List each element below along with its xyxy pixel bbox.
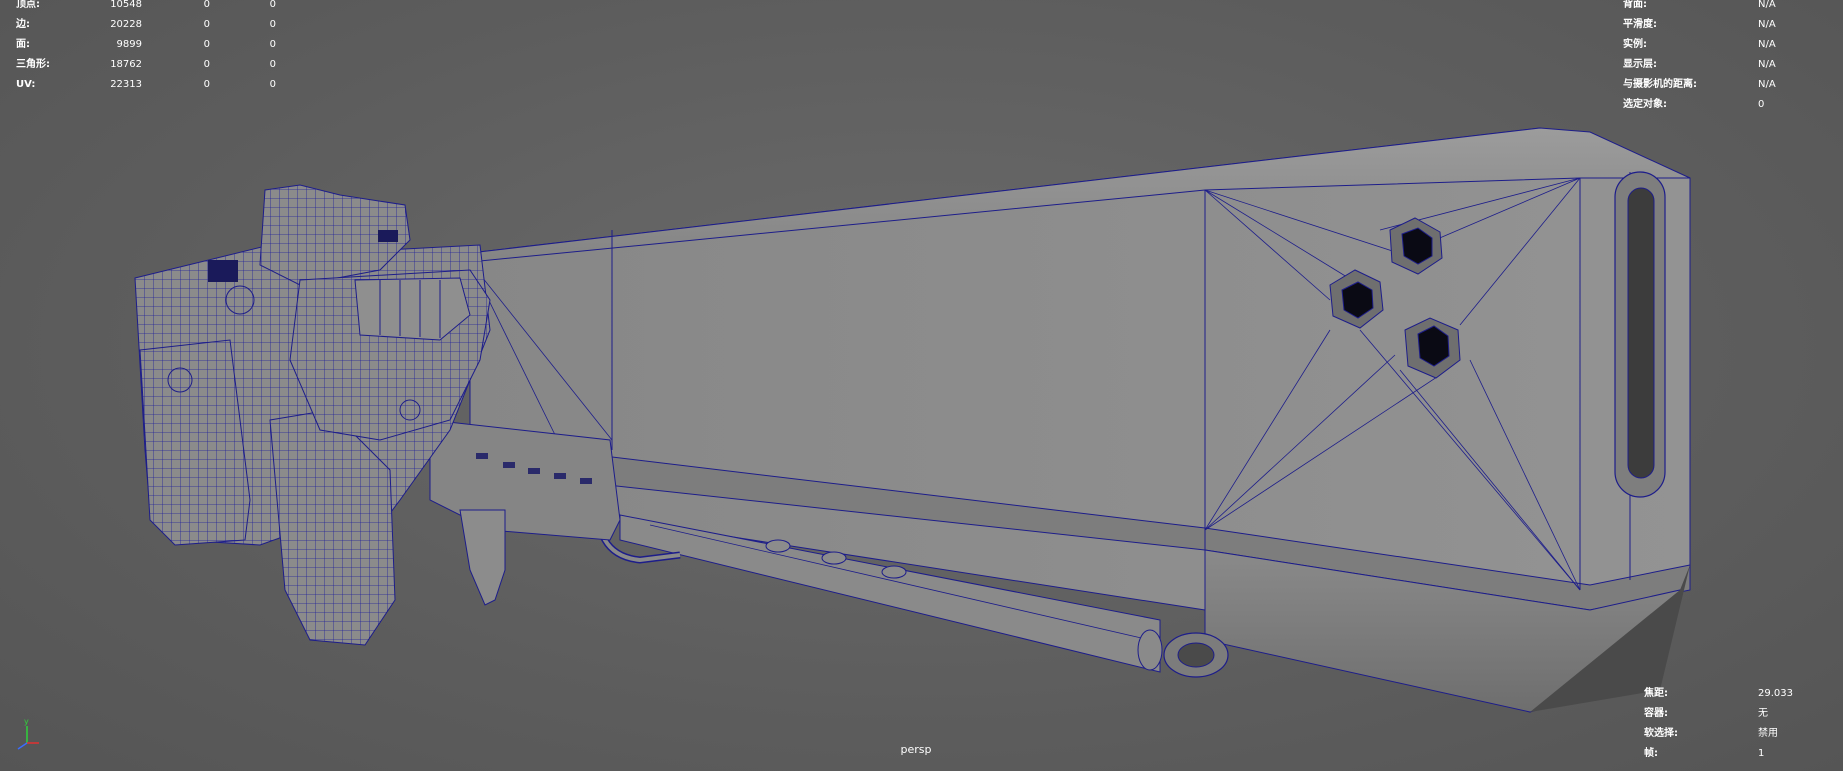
hud-label: 容器:	[1644, 708, 1668, 719]
hud-value: 0	[203, 0, 210, 10]
hud-label: 软选择:	[1644, 728, 1678, 739]
poly-count-hud: 顶点: 10548 0 0 边: 20228 0 0 面: 9899 0 0 三…	[16, 0, 286, 95]
hud-row-display-layer: 显示层: N/A	[1623, 55, 1823, 75]
hud-label: 顶点:	[16, 0, 40, 10]
hud-value: 20228	[110, 19, 142, 30]
hud-value: 0	[203, 59, 210, 70]
hud-row-vertices: 顶点: 10548 0 0	[16, 0, 286, 15]
hud-row-triangles: 三角形: 18762 0 0	[16, 55, 286, 75]
hud-row-distance-from-camera: 与摄影机的距离: N/A	[1623, 75, 1823, 95]
hud-label: UV:	[16, 79, 36, 90]
hud-value: 18762	[110, 59, 142, 70]
hud-value: N/A	[1758, 0, 1776, 10]
hud-row-faces: 面: 9899 0 0	[16, 35, 286, 55]
view-axis-gizmo-icon: y	[17, 717, 39, 750]
hud-value: 0	[269, 19, 276, 30]
camera-name-label: persp	[900, 743, 932, 756]
hud-value: 禁用	[1758, 728, 1778, 739]
hud-row-container: 容器: 无	[1644, 704, 1843, 724]
hud-row-soft-select: 软选择: 禁用	[1644, 724, 1843, 744]
hud-label: 选定对象:	[1623, 99, 1667, 110]
hud-value: 0	[269, 79, 276, 90]
hud-value: 1	[1758, 748, 1765, 759]
hud-label: 边:	[16, 19, 30, 30]
hud-label: 与摄影机的距离:	[1623, 79, 1697, 90]
hud-value: 0	[203, 19, 210, 30]
hud-value: 0	[1758, 99, 1765, 110]
hud-value: 22313	[110, 79, 142, 90]
hud-label: 背面:	[1623, 0, 1647, 10]
hud-label: 面:	[16, 39, 30, 50]
hud-value: 10548	[110, 0, 142, 10]
object-details-hud: 背面: N/A 平滑度: N/A 实例: N/A 显示层: N/A 与摄影机的距…	[1623, 0, 1823, 115]
camera-info-hud: 焦距: 29.033 容器: 无 软选择: 禁用 帧: 1	[1644, 684, 1843, 764]
hud-label: 焦距:	[1644, 688, 1668, 699]
hud-label: 帧:	[1644, 748, 1658, 759]
hud-value: N/A	[1758, 59, 1776, 70]
hud-value: N/A	[1758, 19, 1776, 30]
hud-label: 显示层:	[1623, 59, 1657, 70]
hud-value: 0	[203, 79, 210, 90]
hud-value: N/A	[1758, 79, 1776, 90]
hud-value: 9899	[116, 39, 142, 50]
hud-label: 三角形:	[16, 59, 50, 70]
hud-label: 实例:	[1623, 39, 1647, 50]
hud-value: 0	[269, 59, 276, 70]
hud-value: 0	[269, 39, 276, 50]
hud-row-selected-objects: 选定对象: 0	[1623, 95, 1823, 115]
gun-model-mesh[interactable]	[0, 0, 1843, 771]
hud-row-smoothness: 平滑度: N/A	[1623, 15, 1823, 35]
perspective-viewport[interactable]: 顶点: 10548 0 0 边: 20228 0 0 面: 9899 0 0 三…	[0, 0, 1843, 771]
hud-value: 0	[203, 39, 210, 50]
hud-value: 0	[269, 0, 276, 10]
hud-value: N/A	[1758, 39, 1776, 50]
hud-row-focal-length: 焦距: 29.033	[1644, 684, 1843, 704]
hud-row-instance: 实例: N/A	[1623, 35, 1823, 55]
hud-row-backfaces: 背面: N/A	[1623, 0, 1823, 15]
hud-label: 平滑度:	[1623, 19, 1657, 30]
axis-y-label: y	[24, 717, 29, 726]
hud-value: 29.033	[1758, 688, 1793, 699]
hud-row-uvs: UV: 22313 0 0	[16, 75, 286, 95]
hud-value: 无	[1758, 708, 1768, 719]
hud-row-frame: 帧: 1	[1644, 744, 1843, 764]
hud-row-edges: 边: 20228 0 0	[16, 15, 286, 35]
